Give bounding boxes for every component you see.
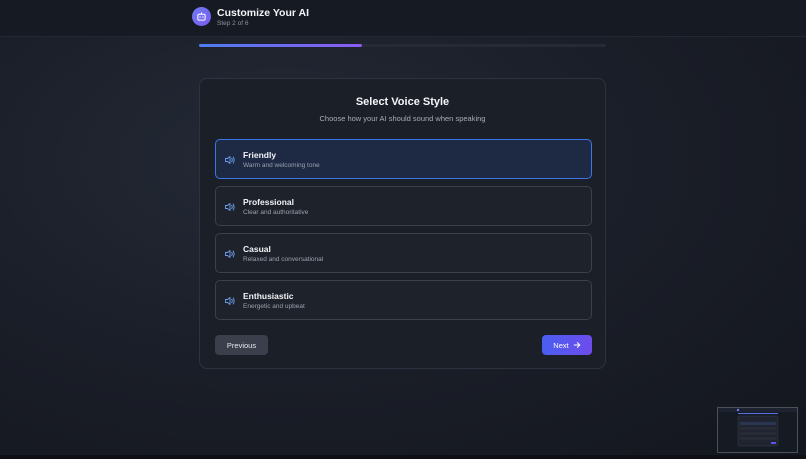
previous-button[interactable]: Previous <box>215 335 268 355</box>
option-description: Energetic and upbeat <box>243 303 305 310</box>
top-bar: Customize Your AI Step 2 of 6 <box>0 0 806 37</box>
option-friendly[interactable]: Friendly Warm and welcoming tone <box>215 139 592 179</box>
option-description: Clear and authoritative <box>243 209 309 216</box>
speaker-icon <box>225 250 235 258</box>
next-button-label: Next <box>553 340 569 350</box>
window-bottom-edge <box>0 455 806 459</box>
option-label: Casual <box>243 244 271 254</box>
option-enthusiastic[interactable]: Enthusiastic Energetic and upbeat <box>215 280 592 320</box>
screen-preview-thumbnail[interactable] <box>717 407 798 453</box>
option-professional[interactable]: Professional Clear and authoritative <box>215 186 592 226</box>
page-title: Customize Your AI <box>217 7 309 19</box>
progress-bar <box>199 44 606 47</box>
progress-bar-fill <box>199 44 362 47</box>
speaker-icon <box>225 203 235 211</box>
option-label: Enthusiastic <box>243 291 294 301</box>
step-indicator: Step 2 of 6 <box>217 20 249 27</box>
card-subtitle: Choose how your AI should sound when spe… <box>319 114 486 123</box>
speaker-icon <box>225 297 235 305</box>
robot-icon <box>192 7 211 26</box>
speaker-icon <box>225 156 235 164</box>
option-label: Professional <box>243 197 295 207</box>
option-label: Friendly <box>243 150 277 160</box>
voice-style-card: Select Voice Style Choose how your AI sh… <box>199 78 606 369</box>
option-casual[interactable]: Casual Relaxed and conversational <box>215 233 592 273</box>
arrow-right-icon <box>573 342 580 348</box>
next-button[interactable]: Next <box>542 335 592 355</box>
option-description: Relaxed and conversational <box>243 256 324 263</box>
option-description: Warm and welcoming tone <box>243 162 320 169</box>
card-title: Select Voice Style <box>355 96 450 108</box>
